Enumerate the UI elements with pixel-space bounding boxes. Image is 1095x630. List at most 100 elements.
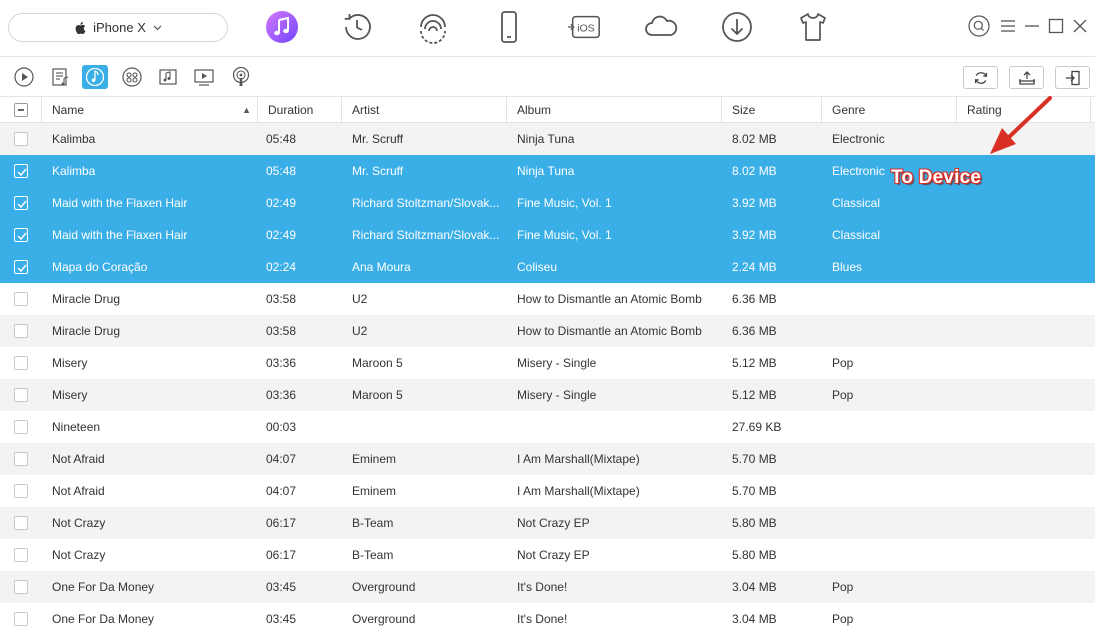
cell-duration: 02:49 xyxy=(266,196,297,210)
search-circle-icon[interactable] xyxy=(968,15,990,37)
column-name[interactable]: Name ▲ xyxy=(42,97,258,123)
row-checkbox[interactable] xyxy=(14,356,28,370)
table-row[interactable]: Maid with the Flaxen Hair 02:49 Richard St… xyxy=(0,219,1095,251)
cell-name: Mapa do Coração xyxy=(52,260,148,274)
svg-text:iOS: iOS xyxy=(577,24,594,35)
select-all-checkbox[interactable] xyxy=(14,103,28,117)
icloud-icon[interactable] xyxy=(643,9,679,45)
row-checkbox[interactable] xyxy=(14,196,28,210)
row-checkbox[interactable] xyxy=(14,548,28,562)
cell-artist: Richard Stoltzman/Slovak... xyxy=(352,196,500,210)
cell-artist: Maroon 5 xyxy=(352,356,403,370)
row-checkbox[interactable] xyxy=(14,164,28,178)
column-album[interactable]: Album xyxy=(507,97,722,123)
cell-genre xyxy=(832,539,952,571)
select-all-cell xyxy=(0,97,42,123)
history-icon[interactable] xyxy=(339,9,375,45)
music-video-icon[interactable] xyxy=(155,65,181,89)
row-checkbox[interactable] xyxy=(14,228,28,242)
cell-duration: 02:24 xyxy=(266,260,297,274)
table-row[interactable]: Miracle Drug 03:58 U2 How to Dismantle an A… xyxy=(0,283,1095,315)
cell-name: Not Afraid xyxy=(52,452,105,466)
music-manager-icon[interactable] xyxy=(264,9,300,45)
table-row[interactable]: Not Afraid 04:07 Eminem I Am Marshall(Mixta… xyxy=(0,443,1095,475)
row-checkbox[interactable] xyxy=(14,612,28,626)
cell-genre: Classical xyxy=(832,228,881,242)
menu-icon[interactable] xyxy=(997,15,1019,37)
row-checkbox[interactable] xyxy=(14,132,28,146)
column-artist[interactable]: Artist xyxy=(342,97,507,123)
cell-duration: 03:58 xyxy=(266,324,297,338)
playlist-icon[interactable] xyxy=(47,65,73,89)
close-icon[interactable] xyxy=(1069,15,1091,37)
row-checkbox[interactable] xyxy=(14,420,28,434)
cell-artist: Eminem xyxy=(352,452,397,466)
cell-name: One For Da Money xyxy=(52,612,155,626)
cell-name: Kalimba xyxy=(52,164,96,178)
ios-mover-icon[interactable]: iOS xyxy=(567,9,603,45)
cell-album: Misery - Single xyxy=(517,356,597,370)
row-checkbox[interactable] xyxy=(14,292,28,306)
column-genre[interactable]: Genre xyxy=(822,97,957,123)
music-icon[interactable] xyxy=(11,65,37,89)
cell-name: Miracle Drug xyxy=(52,292,121,306)
table-row[interactable]: Mapa do Coração 02:24 Ana Moura Coliseu 2.24… xyxy=(0,251,1095,283)
to-device-annotation: To Device xyxy=(891,167,982,188)
device-selector[interactable]: iPhone X xyxy=(8,13,228,42)
row-checkbox[interactable] xyxy=(14,260,28,274)
table-row[interactable]: Not Crazy 06:17 B-Team Not Crazy EP 5.80 MB xyxy=(0,507,1095,539)
cell-genre: Classical xyxy=(832,196,881,210)
table-row[interactable]: Not Afraid 04:07 Eminem I Am Marshall(Mixta… xyxy=(0,475,1095,507)
row-checkbox[interactable] xyxy=(14,516,28,530)
minimize-icon[interactable] xyxy=(1021,15,1043,37)
ringtone-icon[interactable] xyxy=(82,65,108,89)
cell-size: 8.02 MB xyxy=(732,164,777,178)
audiobook-icon[interactable] xyxy=(119,65,145,89)
tshirt-icon[interactable] xyxy=(795,9,831,45)
column-duration[interactable]: Duration xyxy=(258,97,342,123)
row-checkbox[interactable] xyxy=(14,484,28,498)
cell-size: 5.80 MB xyxy=(732,516,777,530)
cell-name: Misery xyxy=(52,388,88,402)
cell-genre xyxy=(832,283,952,315)
cell-artist: Overground xyxy=(352,580,416,594)
maximize-icon[interactable] xyxy=(1045,15,1067,37)
row-checkbox[interactable] xyxy=(14,580,28,594)
cell-duration: 03:45 xyxy=(266,580,297,594)
cell-duration: 06:17 xyxy=(266,548,297,562)
table-row[interactable]: Maid with the Flaxen Hair 02:49 Richard St… xyxy=(0,187,1095,219)
wifi-transfer-icon[interactable] xyxy=(415,9,451,45)
cell-album: Ninja Tuna xyxy=(517,132,575,146)
phone-icon[interactable] xyxy=(491,9,527,45)
download-icon[interactable] xyxy=(719,9,755,45)
table-row[interactable]: One For Da Money 03:45 Overground It's Done… xyxy=(0,571,1095,603)
cell-artist: Richard Stoltzman/Slovak... xyxy=(352,228,500,242)
table-row[interactable]: Kalimba 05:48 Mr. Scruff Ninja Tuna 8.02 MB E… xyxy=(0,123,1095,155)
table-row[interactable]: Not Crazy 06:17 B-Team Not Crazy EP 5.80 MB xyxy=(0,539,1095,571)
cell-size: 2.24 MB xyxy=(732,260,777,274)
table-row[interactable]: Miracle Drug 03:58 U2 How to Dismantle an A… xyxy=(0,315,1095,347)
cell-duration: 03:36 xyxy=(266,356,297,370)
cell-artist: U2 xyxy=(352,324,368,338)
to-device-button[interactable] xyxy=(1055,66,1090,89)
row-checkbox[interactable] xyxy=(14,388,28,402)
annotation-arrow-icon xyxy=(990,96,1052,154)
cell-name: Nineteen xyxy=(52,420,101,434)
table-row[interactable]: Misery 03:36 Maroon 5 Misery - Single 5.12 M… xyxy=(0,379,1095,411)
cell-size: 3.04 MB xyxy=(732,580,777,594)
cell-size: 5.70 MB xyxy=(732,452,777,466)
cell-album: I Am Marshall(Mixtape) xyxy=(517,484,640,498)
table-row[interactable]: One For Da Money 03:45 Overground It's Done… xyxy=(0,603,1095,630)
podcast-icon[interactable] xyxy=(228,65,254,89)
refresh-icon xyxy=(974,71,987,84)
cell-album: How to Dismantle an Atomic Bomb xyxy=(517,292,702,306)
table-row[interactable]: Misery 03:36 Maroon 5 Misery - Single 5.12 M… xyxy=(0,347,1095,379)
table-row[interactable]: Nineteen 00:03 27.69 KB xyxy=(0,411,1095,443)
refresh-button[interactable] xyxy=(963,66,998,89)
row-checkbox[interactable] xyxy=(14,324,28,338)
export-to-computer-button[interactable] xyxy=(1009,66,1044,89)
tv-icon[interactable] xyxy=(191,65,217,89)
cell-duration: 03:58 xyxy=(266,292,297,306)
row-checkbox[interactable] xyxy=(14,452,28,466)
column-size[interactable]: Size xyxy=(722,97,822,123)
